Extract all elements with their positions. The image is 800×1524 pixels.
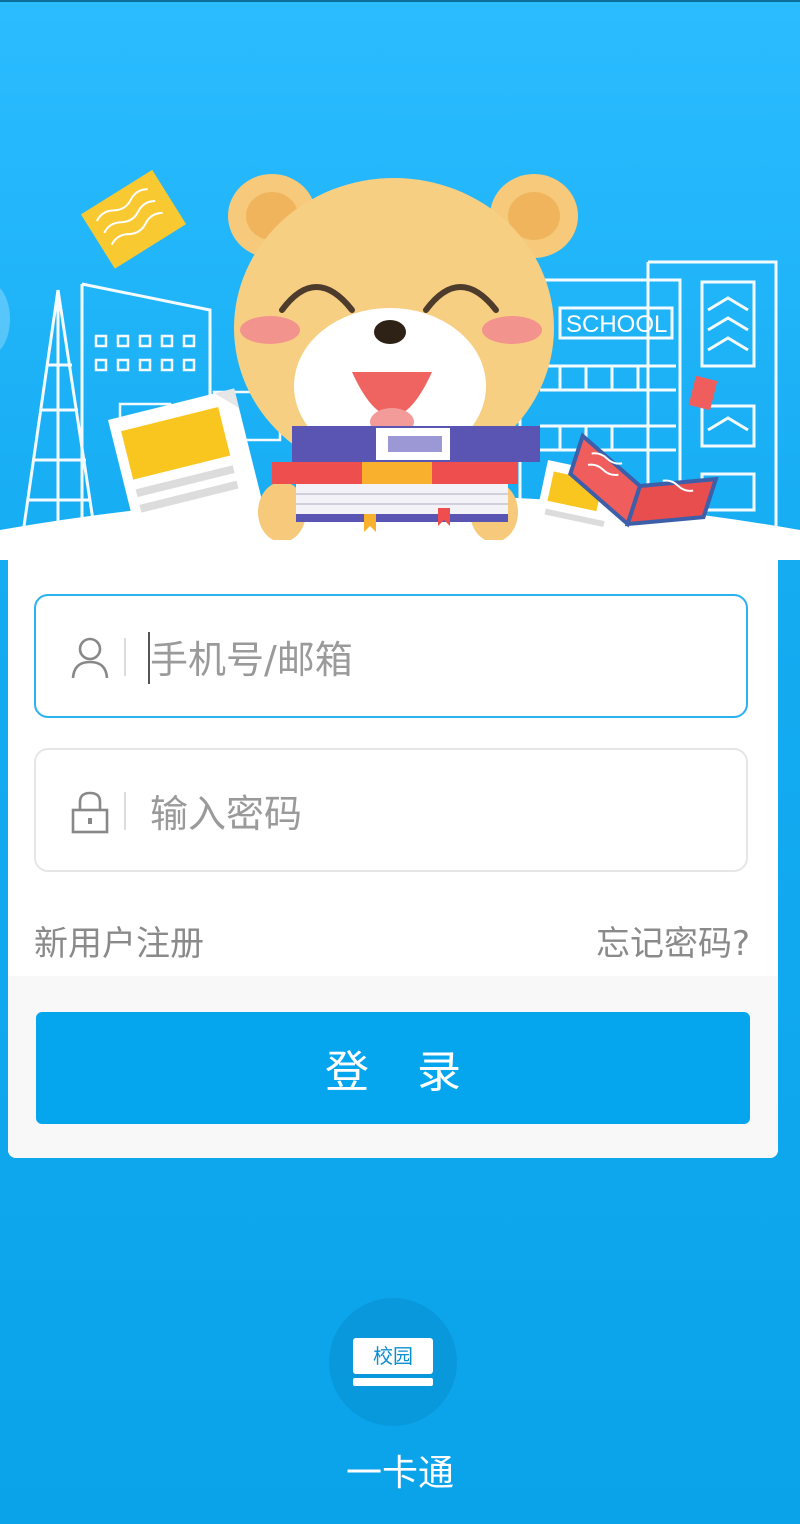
hero-illustration: SCHOOL bbox=[0, 160, 800, 560]
user-icon bbox=[70, 636, 110, 680]
forgot-password-link[interactable]: 忘记密码? bbox=[596, 916, 750, 965]
username-placeholder: 手机号/邮箱 bbox=[150, 637, 353, 682]
password-placeholder: 输入密码 bbox=[150, 791, 303, 836]
username-field[interactable]: 手机号/邮箱 bbox=[34, 594, 748, 718]
logo-caption: 一卡通 bbox=[345, 1453, 454, 1494]
field-divider bbox=[124, 792, 126, 830]
bear-mascot bbox=[228, 174, 578, 542]
field-divider bbox=[124, 638, 126, 676]
campus-badge-text: 校园 bbox=[373, 1344, 413, 1368]
login-card: 手机号/邮箱 输入密码 新用户注册 忘记密码? 登录 bbox=[8, 540, 778, 1158]
campus-card-logo[interactable]: 校园 bbox=[329, 1298, 457, 1426]
school-sign: SCHOOL bbox=[566, 311, 667, 338]
login-button[interactable]: 登录 bbox=[36, 1012, 750, 1124]
status-bar-edge bbox=[0, 0, 800, 2]
register-link[interactable]: 新用户注册 bbox=[34, 916, 204, 965]
password-field[interactable]: 输入密码 bbox=[34, 748, 748, 872]
lock-icon bbox=[70, 790, 110, 834]
campus-card-icon: 校园 bbox=[353, 1338, 433, 1386]
